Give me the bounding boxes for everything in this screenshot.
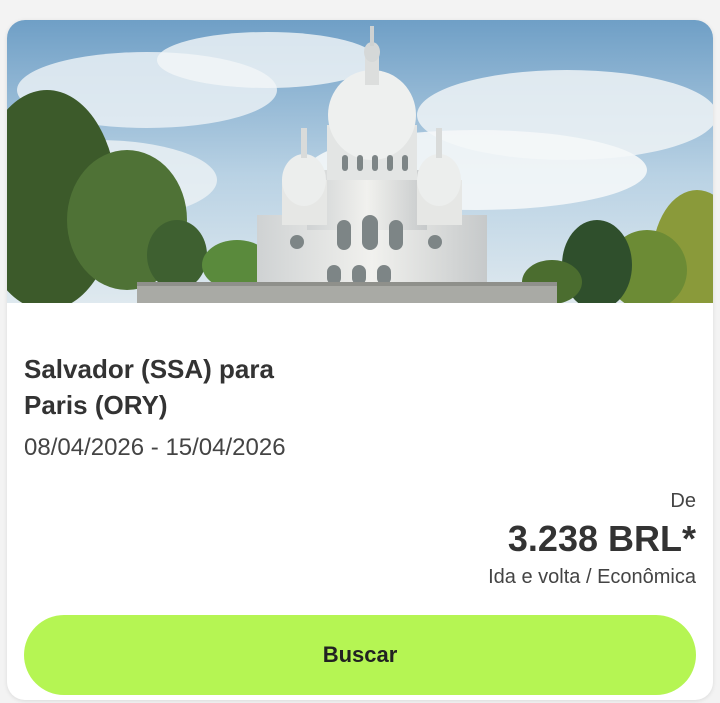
route-origin: Salvador (SSA) para [24, 354, 274, 384]
destination-image [7, 20, 713, 303]
travel-dates: 08/04/2026 - 15/04/2026 [24, 434, 286, 461]
price-block: De 3.238 BRL* Ida e volta / Econômica [488, 488, 696, 590]
fare-type: Ida e volta / Econômica [488, 566, 696, 588]
search-button[interactable]: Buscar [24, 615, 696, 695]
route-title: Salvador (SSA) para Paris (ORY) [24, 351, 444, 423]
flight-offer-card[interactable]: Salvador (SSA) para Paris (ORY) 08/04/20… [7, 20, 713, 700]
price-value: 3.238 BRL* [507, 518, 696, 559]
route-destination: Paris (ORY) [24, 390, 168, 420]
price-prefix: De [670, 490, 696, 512]
